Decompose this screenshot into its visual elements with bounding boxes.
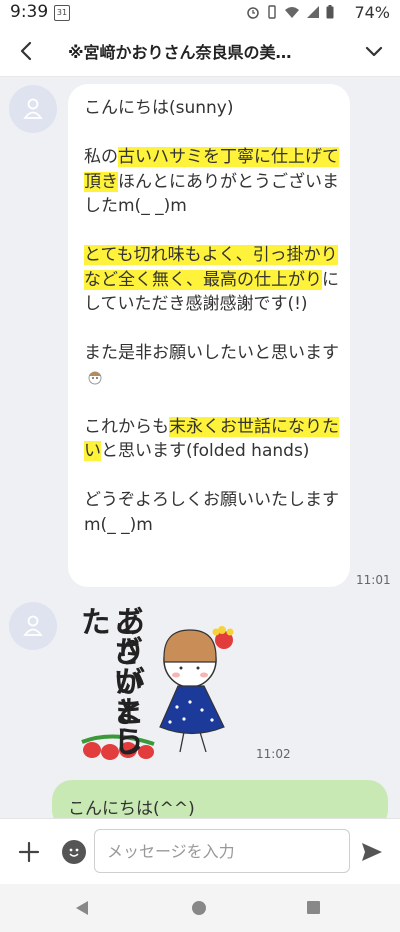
chat-title: ※宮﨑かおりさん奈良県の美… bbox=[68, 43, 292, 62]
text-span: 私の bbox=[84, 147, 118, 167]
smiley-icon bbox=[69, 848, 79, 857]
message-paragraph: これからも末永くお世話になりたいと思います(folded hands) bbox=[84, 415, 342, 464]
nav-recent-icon[interactable] bbox=[307, 901, 320, 914]
message-text: こんにちは(^^) bbox=[68, 799, 195, 818]
chat-area[interactable]: こんにちは(sunny) 私の古いハサミを丁寧に仕上げて頂きほんとにありがとうご… bbox=[0, 77, 400, 818]
back-button[interactable] bbox=[12, 36, 42, 66]
back-arrow-icon bbox=[20, 41, 32, 61]
message-timestamp: 11:02 bbox=[256, 747, 291, 761]
battery-percent: 74% bbox=[354, 3, 390, 22]
emoji-icon bbox=[88, 371, 102, 384]
message-text: こんにちは(sunny) 私の古いハサミを丁寧に仕上げて頂きほんとにありがとうご… bbox=[84, 96, 342, 537]
nav-back-icon[interactable] bbox=[75, 900, 89, 916]
send-icon bbox=[362, 843, 382, 861]
system-nav-bar bbox=[0, 884, 400, 932]
text-span: ほんとにありがとうございましたm(_ _)m bbox=[84, 171, 339, 217]
battery-icon bbox=[326, 5, 334, 19]
send-button[interactable] bbox=[360, 841, 384, 863]
avatar[interactable] bbox=[9, 602, 57, 650]
add-attachment-button[interactable] bbox=[16, 839, 42, 865]
plus-icon bbox=[18, 841, 40, 863]
nav-home-icon[interactable] bbox=[192, 901, 206, 915]
message-paragraph: どうぞよろしくお願いいたしますm(_ _)m bbox=[84, 488, 342, 537]
text-span: と思います(folded hands) bbox=[101, 441, 310, 461]
message-paragraph: とても切れ味もよく、引っ掛かりなど全く無く、最高の仕上がりにしていただき感謝感謝… bbox=[84, 243, 342, 317]
outgoing-message-bubble[interactable]: こんにちは(^^) bbox=[52, 780, 388, 818]
wifi-icon bbox=[285, 7, 299, 18]
chevron-down-icon bbox=[365, 46, 383, 57]
sticker-text-line2: ございました bbox=[75, 606, 142, 756]
highlighted-text: とても切れ味もよく、引っ掛かりなど全く無く、最高の仕上がり bbox=[84, 245, 338, 290]
vibrate-icon bbox=[268, 5, 276, 19]
message-paragraph: こんにちは(sunny) bbox=[84, 96, 342, 121]
message-input-bar bbox=[0, 818, 400, 885]
alarm-icon bbox=[247, 7, 259, 19]
calendar-icon: 31 bbox=[54, 5, 70, 21]
emoji-button[interactable] bbox=[62, 840, 86, 864]
text-span: これからも bbox=[84, 416, 169, 437]
greeting-text: こんにちは(sunny) bbox=[84, 98, 234, 118]
menu-toggle-button[interactable] bbox=[360, 38, 388, 66]
status-icons bbox=[246, 5, 334, 19]
user-icon bbox=[23, 615, 43, 636]
text-span: また是非お願いしたいと思います bbox=[84, 343, 339, 363]
text-span: どうぞよろしくお願いいたしますm(_ _)m bbox=[84, 490, 339, 535]
user-icon bbox=[23, 98, 43, 119]
sticker-message[interactable]: ありがとう ございました bbox=[72, 602, 242, 762]
message-paragraph: 私の古いハサミを丁寧に仕上げて頂きほんとにありがとうございましたm(_ _)m bbox=[84, 145, 342, 219]
incoming-message-bubble[interactable]: こんにちは(sunny) 私の古いハサミを丁寧に仕上げて頂きほんとにありがとうご… bbox=[68, 84, 350, 587]
chat-header: ※宮﨑かおりさん奈良県の美… bbox=[0, 26, 400, 77]
signal-icon bbox=[307, 6, 319, 18]
avatar[interactable] bbox=[9, 85, 57, 133]
message-timestamp: 11:01 bbox=[356, 573, 391, 587]
message-paragraph: また是非お願いしたいと思います bbox=[84, 341, 342, 390]
status-bar: 9:39 31 74% bbox=[0, 0, 400, 26]
status-time: 9:39 bbox=[10, 2, 49, 22]
message-input[interactable] bbox=[94, 829, 350, 873]
